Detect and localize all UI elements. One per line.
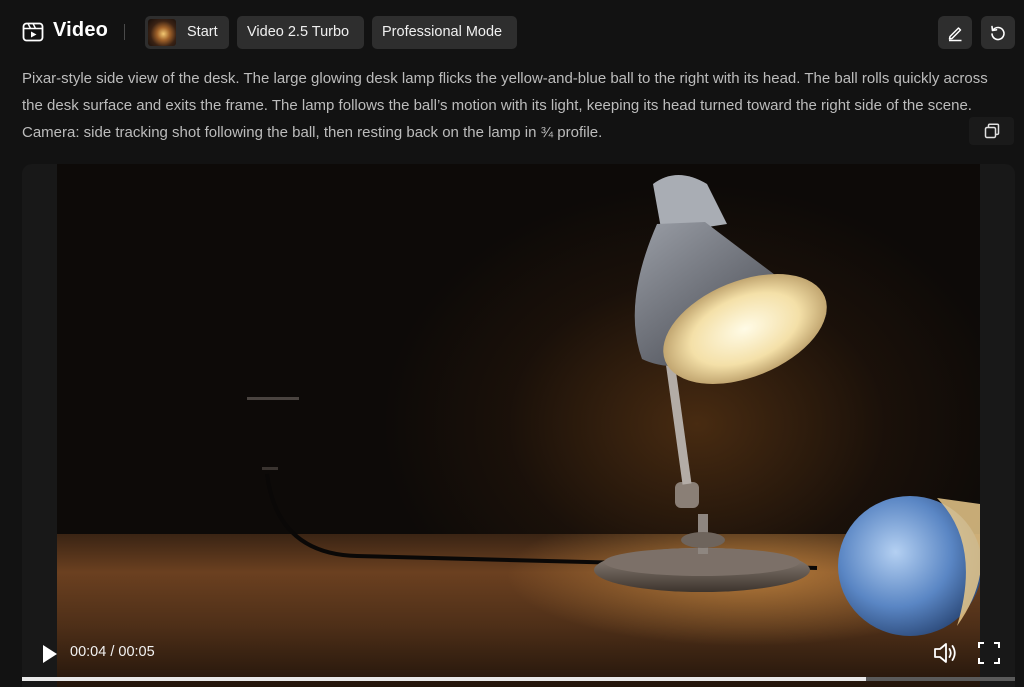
pencil-icon (948, 26, 962, 41)
header-bar: Video Start Video 2.5 Turbo Professional… (0, 0, 1024, 64)
start-frame-chip[interactable]: Start (145, 16, 229, 49)
video-frame (57, 164, 980, 687)
current-time: 00:04 (70, 644, 107, 660)
regenerate-button[interactable] (981, 16, 1015, 49)
start-frame-thumbnail (148, 19, 176, 46)
duration: 00:05 (118, 644, 155, 660)
start-chip-label: Start (187, 24, 218, 40)
page-title: Video (53, 19, 109, 41)
play-icon[interactable] (40, 643, 60, 665)
mode-chip[interactable]: Professional Mode (372, 16, 517, 49)
video-player[interactable]: 00:04 / 00:05 (22, 164, 1015, 687)
undo-icon (991, 25, 1005, 40)
progress-bar[interactable] (22, 677, 1015, 681)
model-chip[interactable]: Video 2.5 Turbo (237, 16, 364, 49)
video-controls: 00:04 / 00:05 (22, 634, 1015, 687)
lamp-scene (247, 175, 980, 636)
fullscreen-icon[interactable] (977, 640, 1001, 666)
header-divider (124, 24, 125, 40)
video-clip-icon (22, 22, 44, 42)
playback-time: 00:04 / 00:05 (70, 644, 155, 660)
edit-button[interactable] (938, 16, 972, 49)
progress-fill (22, 677, 867, 681)
prompt-text: Pixar-style side view of the desk. The l… (22, 70, 988, 141)
copy-icon (984, 123, 999, 139)
volume-icon[interactable] (932, 640, 958, 666)
copy-prompt-button[interactable] (969, 117, 1014, 145)
time-separator: / (106, 644, 119, 660)
